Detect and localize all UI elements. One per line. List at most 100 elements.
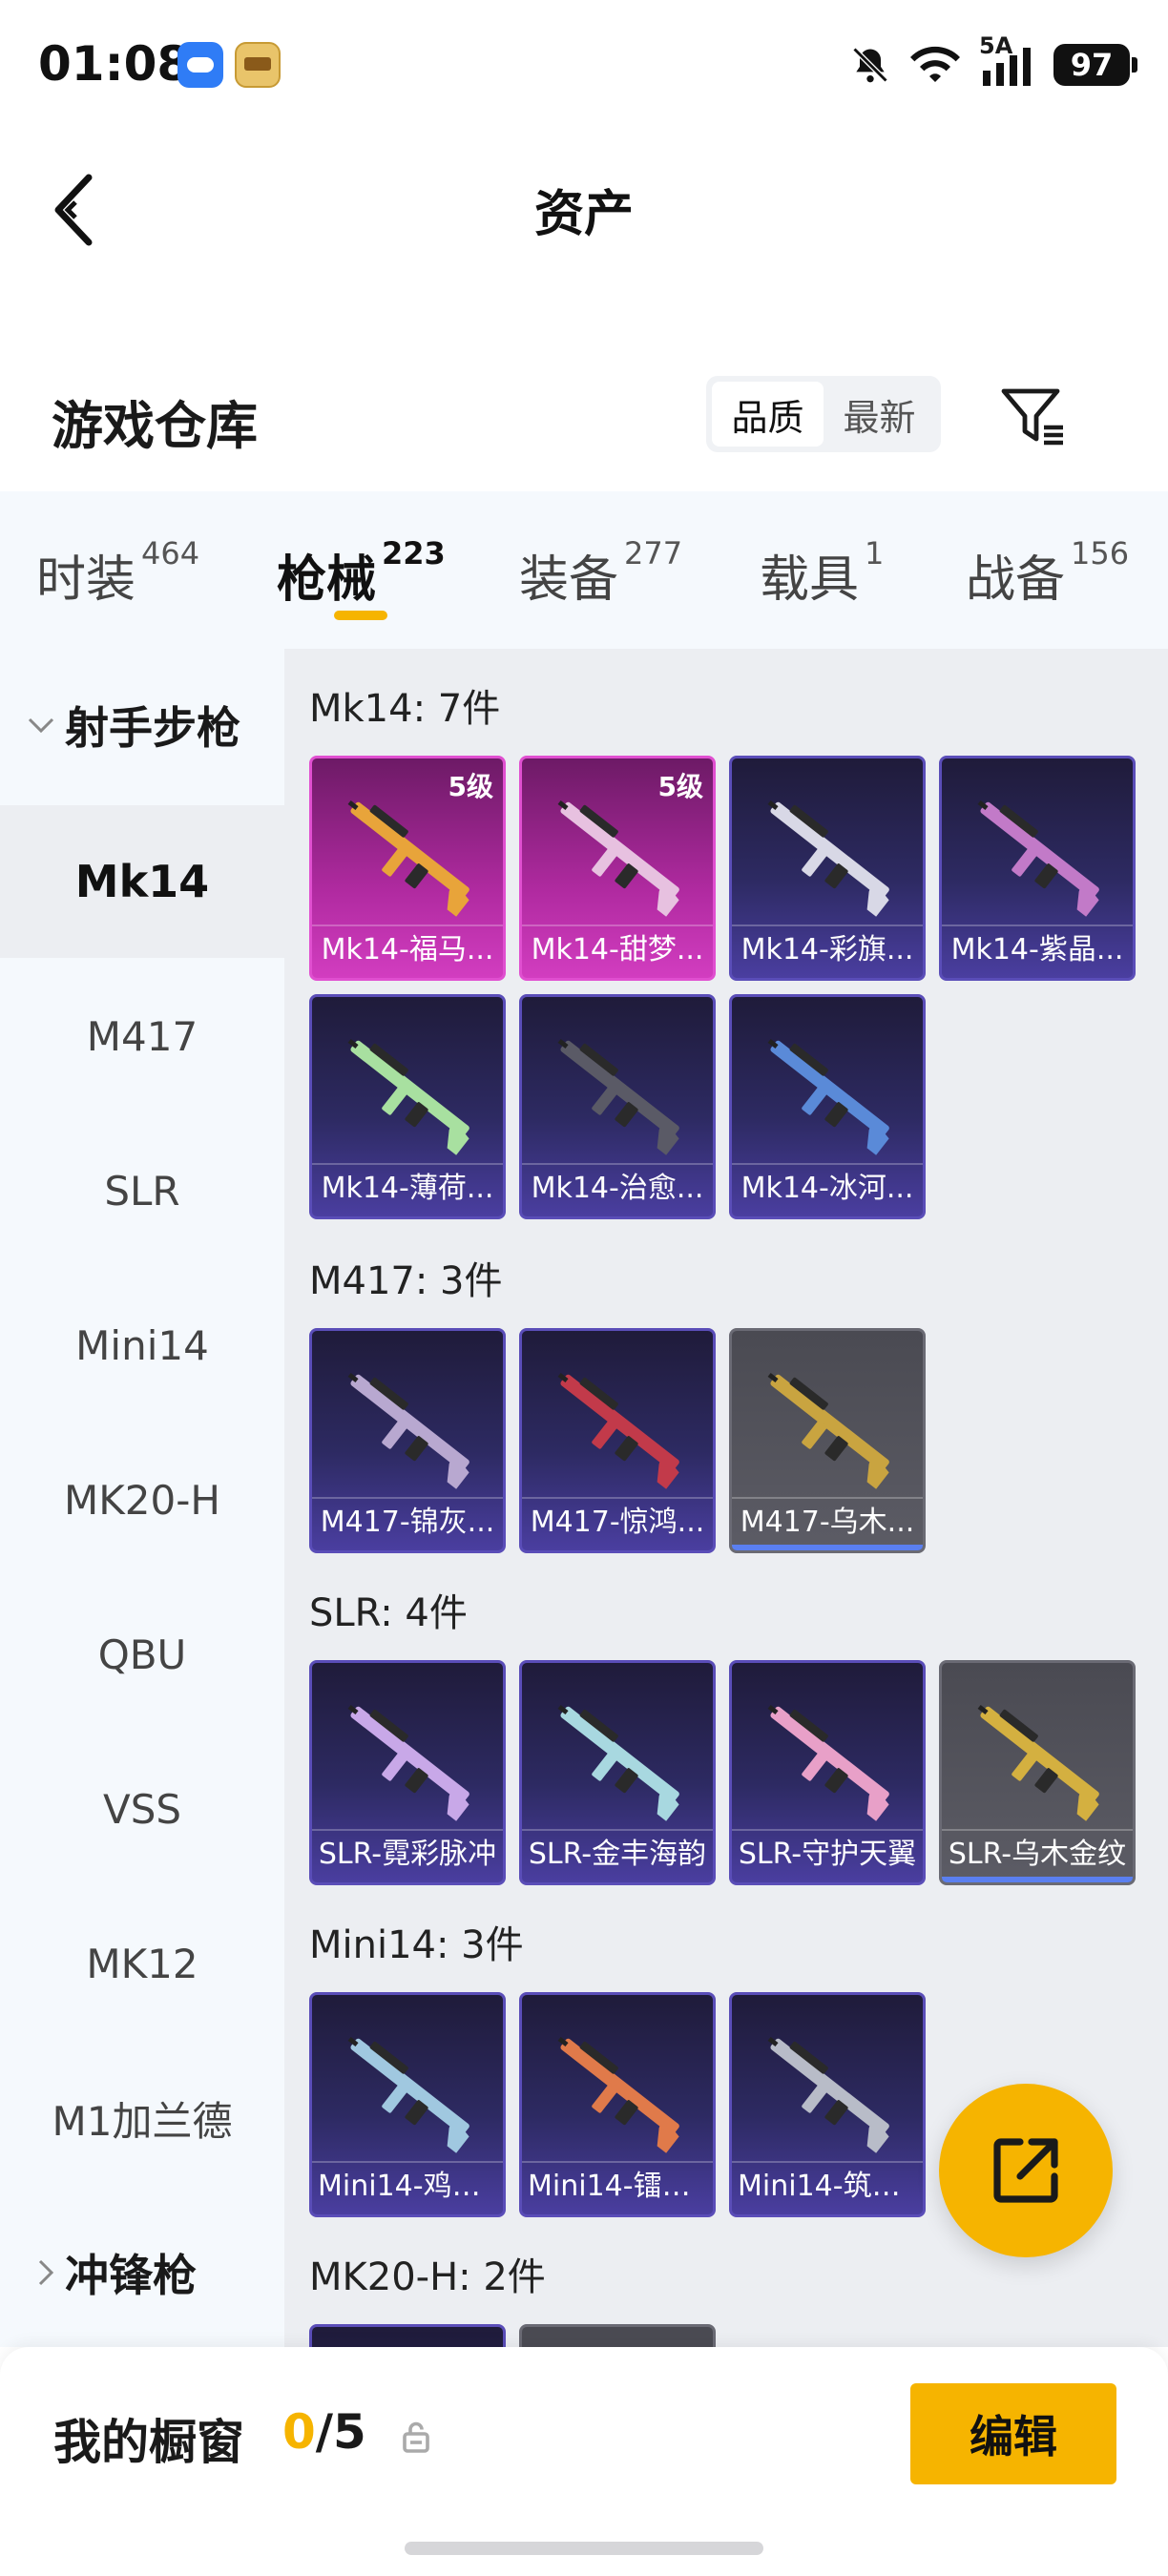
tab-outfits[interactable]: 时装 464 [36,535,199,611]
gun-skin-image [347,800,469,917]
wifi-icon [908,44,962,86]
item-label: Mk14-彩旗... [740,933,914,966]
item-card[interactable]: Mk14-彩旗... [729,756,926,981]
sort-newest-option[interactable]: 最新 [824,382,935,447]
share-external-icon [993,2138,1058,2203]
item-label: Mini14-筑梦... [738,2170,923,2203]
sidebar-item-qbu[interactable]: QBU [0,1578,284,1731]
item-label: Mini14-镭金... [528,2170,713,2203]
item-card[interactable]: SLR-守护天翼 [729,1660,926,1885]
item-card[interactable]: SLR-霓彩脉冲 [309,1660,506,1885]
gun-skin-image [767,800,889,917]
item-card[interactable]: M417-乌木... [729,1328,926,1553]
gun-skin-image [557,1038,679,1155]
item-label: SLR-霓彩脉冲 [318,1838,497,1871]
item-label: SLR-金丰海韵 [528,1838,707,1871]
status-time: 01:08 [38,36,191,92]
item-label: Mini14-鸡智... [318,2170,503,2203]
item-label: M417-惊鸿... [530,1506,705,1539]
group-title: M417: 3件 [309,1259,503,1303]
sidebar-group-smg[interactable]: 冲锋枪 [0,2196,284,2349]
item-card[interactable]: Mini14-筑梦... [729,1992,926,2217]
gun-skin-image [977,800,1099,917]
sidebar-item-m1-garand[interactable]: M1加兰德 [0,2042,284,2194]
tab-combat-gear[interactable]: 战备 156 [966,535,1129,611]
item-card[interactable]: Mk14-冰河... [729,994,926,1219]
filter-button[interactable] [998,382,1067,450]
item-label: Mk14-薄荷... [321,1172,494,1205]
category-tabs: 时装 464 枪械 223 装备 277 载具 1 战备 156 [0,491,1168,649]
tab-label: 装备 [519,551,619,609]
status-bar: 01:08 5A 97 [0,0,1168,134]
item-card[interactable]: Mk14-紫晶... [939,756,1136,981]
sidebar-group-marksman-rifles[interactable]: 射手步枪 [0,649,284,801]
item-card[interactable]: Mk14-薄荷... [309,994,506,1219]
tab-label: 载具 [760,551,860,609]
sidebar-item-mini14[interactable]: Mini14 [0,1269,284,1422]
item-card[interactable]: Mk14-治愈... [519,994,716,1219]
gun-skin-image [767,1038,889,1155]
showcase-count: 0/5 [282,2404,366,2460]
home-indicator[interactable] [405,2542,763,2555]
item-label: M417-锦灰... [320,1506,495,1539]
item-card[interactable]: M417-锦灰... [309,1328,506,1553]
tab-firearms[interactable]: 枪械 223 [277,535,446,611]
item-card[interactable]: 5级 Mk14-福马... [309,756,506,981]
share-button[interactable] [939,2084,1113,2257]
sort-toggle: 品质 最新 [706,376,941,452]
signal-icon: 5A [979,32,1036,86]
lock-icon [403,2421,429,2453]
item-card[interactable]: 5级 Mk14-甜梦... [519,756,716,981]
gun-skin-image [347,1704,469,1821]
gun-skin-image [557,1704,679,1821]
tab-equipment[interactable]: 装备 277 [519,535,682,611]
tab-count: 277 [624,535,683,571]
sidebar-item-mk12[interactable]: MK12 [0,1887,284,2040]
sidebar-item-mk20h[interactable]: MK20-H [0,1423,284,1576]
gun-skin-image [347,1372,469,1489]
sidebar-item-m417[interactable]: M417 [0,960,284,1112]
gun-skin-image [557,1372,679,1489]
item-label: SLR-乌木金纹 [948,1838,1127,1871]
item-card[interactable] [309,2324,506,2347]
showcase-label: 我的橱窗 [53,2415,244,2470]
gun-skin-image [557,800,679,917]
sidebar: 射手步枪 Mk14 M417 SLR Mini14 MK20-H QBU VSS… [0,649,284,2347]
group-title: MK20-H: 2件 [309,2255,546,2299]
gun-skin-image [767,2036,889,2153]
sort-quality-option[interactable]: 品质 [712,382,824,447]
item-label: Mk14-福马... [321,933,494,966]
gun-skin-image [767,1704,889,1821]
tab-label: 战备 [966,551,1066,609]
group-title: Mini14: 3件 [309,1923,524,1967]
sidebar-item-vss[interactable]: VSS [0,1733,284,1885]
tab-count: 464 [141,535,200,571]
active-tab-indicator [334,611,387,620]
mute-bell-icon [849,44,891,86]
battery-level: 97 [1070,47,1114,83]
gun-skin-image [977,1704,1099,1821]
item-card[interactable] [519,2324,716,2347]
item-card[interactable]: SLR-金丰海韵 [519,1660,716,1885]
tab-count: 223 [382,535,446,571]
item-card[interactable]: SLR-乌木金纹 [939,1660,1136,1885]
sidebar-item-mk14[interactable]: Mk14 [0,805,284,958]
network-label: 5A [979,32,1013,59]
item-card[interactable]: Mini14-鸡智... [309,1992,506,2217]
tab-count: 1 [865,535,885,571]
gun-skin-image [767,1372,889,1489]
tab-vehicles[interactable]: 载具 1 [760,535,884,611]
item-label: M417-乌木... [740,1506,915,1539]
item-card[interactable]: M417-惊鸿... [519,1328,716,1553]
gun-skin-image [347,2036,469,2153]
item-label: Mk14-甜梦... [531,933,704,966]
item-card[interactable]: Mini14-镭金... [519,1992,716,2217]
gun-skin-image [347,1038,469,1155]
sidebar-group-label: 冲锋枪 [65,2250,197,2301]
tab-count: 156 [1071,535,1130,571]
sidebar-item-slr[interactable]: SLR [0,1114,284,1267]
tab-label: 时装 [36,551,136,609]
item-label: SLR-守护天翼 [738,1838,917,1871]
game-app-icon [235,42,281,88]
edit-button[interactable]: 编辑 [910,2383,1116,2484]
